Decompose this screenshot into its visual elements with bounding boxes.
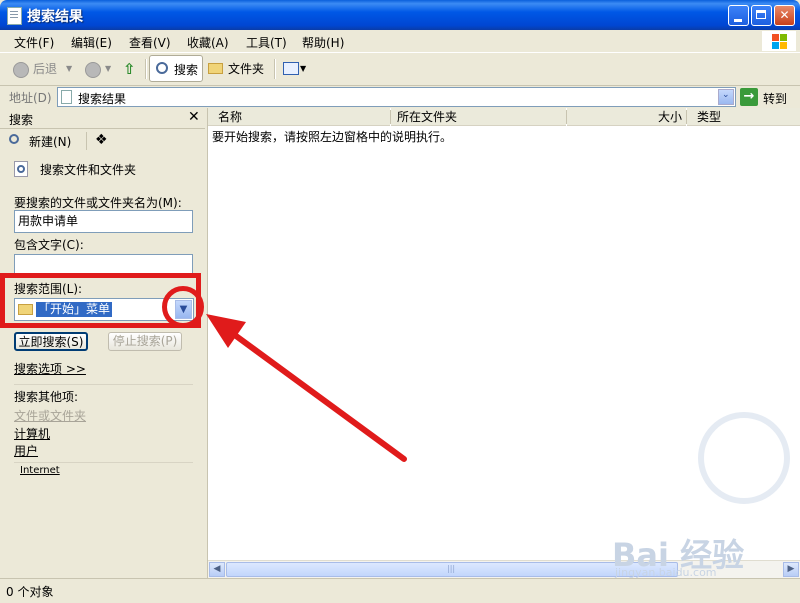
- explorer-window: 搜索结果 ✕ 文件(F) 编辑(E) 查看(V) 收藏(A) 工具(T) 帮助(…: [0, 0, 800, 603]
- annotation-arrow: [206, 314, 407, 462]
